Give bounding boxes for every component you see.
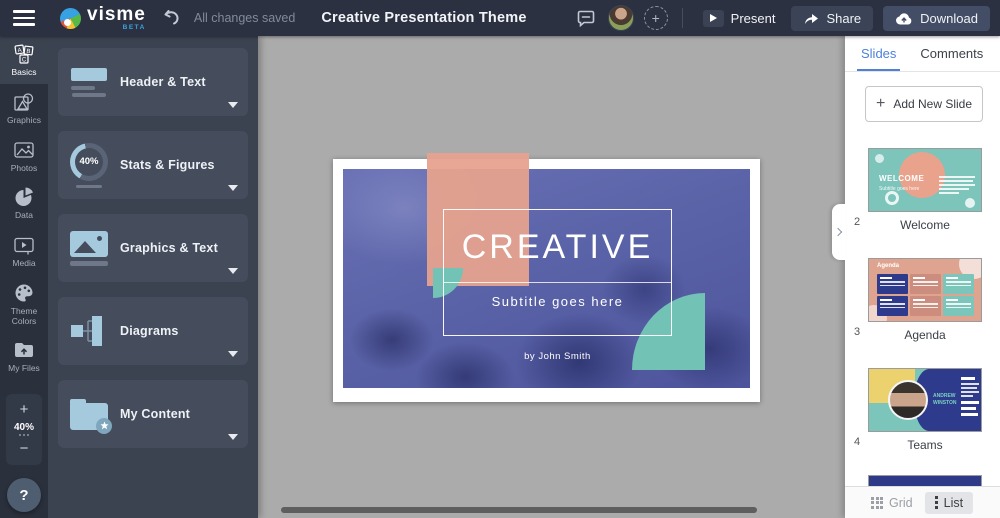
card-header-text[interactable]: Header & Text	[58, 48, 248, 116]
share-button[interactable]: Share	[791, 6, 873, 31]
photos-image-icon	[13, 139, 35, 161]
slide-thumbnail-welcome[interactable]: WELCOME Subtitle goes here	[868, 148, 982, 212]
team-member-photo	[888, 380, 928, 420]
chevron-down-icon[interactable]	[228, 268, 238, 274]
card-my-content[interactable]: My Content	[58, 380, 248, 448]
stats-figures-icon: 40%	[58, 143, 120, 188]
zoom-level[interactable]: 40%	[14, 422, 34, 433]
chevron-down-icon[interactable]	[228, 434, 238, 440]
share-icon	[803, 12, 819, 25]
add-collaborator-button[interactable]: +	[644, 6, 668, 30]
slide-label[interactable]: Teams	[868, 438, 982, 452]
topbar-divider	[682, 8, 683, 28]
user-avatar[interactable]	[608, 5, 634, 31]
slide-number: 4	[854, 436, 860, 448]
sidebar-item-media[interactable]: Media	[0, 227, 48, 275]
top-bar: visme BETA All changes saved Creative Pr…	[0, 0, 1000, 36]
graphics-text-icon	[58, 231, 120, 266]
theme-colors-palette-icon	[13, 282, 35, 304]
zoom-options-dots	[19, 434, 29, 436]
slide-number: 2	[854, 216, 860, 228]
sidebar-item-theme-colors[interactable]: Theme Colors	[0, 275, 48, 333]
slide-number: 3	[854, 326, 860, 338]
comments-icon[interactable]	[574, 6, 598, 30]
view-toggle-bar: Grid List	[845, 486, 1000, 518]
slide-label[interactable]: Agenda	[868, 328, 982, 342]
data-pie-icon	[13, 186, 35, 208]
card-diagrams[interactable]: Diagrams	[58, 297, 248, 365]
editor-canvas[interactable]: CREATIVE Subtitle goes here by John Smit…	[258, 36, 845, 518]
tab-comments[interactable]: Comments	[920, 36, 983, 71]
slide-list-item-agenda: 3 Agenda Agenda	[845, 258, 1000, 358]
slide-background-photo[interactable]: CREATIVE Subtitle goes here by John Smit…	[343, 169, 750, 388]
sidebar-item-graphics[interactable]: Graphics	[0, 84, 48, 132]
download-cloud-icon	[895, 12, 913, 25]
grid-view-button[interactable]: Grid	[871, 496, 913, 510]
media-video-icon	[13, 234, 35, 256]
title-divider-line	[444, 282, 671, 283]
sidebar-item-basics[interactable]: A B C Basics	[0, 36, 48, 84]
chevron-down-icon[interactable]	[228, 351, 238, 357]
download-button[interactable]: Download	[883, 6, 990, 31]
list-view-button[interactable]: List	[925, 492, 973, 514]
my-files-folder-icon	[13, 339, 35, 361]
my-content-folder-icon	[58, 399, 120, 430]
logo-text: visme	[87, 5, 146, 24]
svg-text:A: A	[17, 48, 22, 55]
hamburger-menu-icon[interactable]	[0, 0, 48, 36]
slide-byline-text[interactable]: by John Smith	[443, 351, 672, 362]
zoom-in-button[interactable]: +	[20, 400, 29, 419]
present-button[interactable]: Present	[697, 10, 782, 27]
zoom-out-button[interactable]: −	[20, 439, 29, 458]
zoom-widget: + 40% −	[6, 394, 42, 465]
slide-editing-area[interactable]: CREATIVE Subtitle goes here by John Smit…	[333, 159, 760, 402]
play-icon	[703, 10, 724, 27]
chevron-down-icon[interactable]	[228, 185, 238, 191]
card-graphics-text[interactable]: Graphics & Text	[58, 214, 248, 282]
list-icon	[935, 496, 938, 509]
undo-icon[interactable]	[160, 7, 182, 29]
slide-thumbnail-teams[interactable]: ANDREW WINSTON	[868, 368, 982, 432]
sidebar-item-data[interactable]: Data	[0, 179, 48, 227]
slide-subtitle-text[interactable]: Subtitle goes here	[444, 294, 671, 309]
left-icon-rail: A B C Basics Graphics Photos Data	[0, 36, 48, 518]
sidebar-item-my-files[interactable]: My Files	[0, 332, 48, 380]
chevron-right-icon	[834, 228, 842, 236]
svg-text:B: B	[26, 49, 31, 55]
sidebar-item-photos[interactable]: Photos	[0, 132, 48, 180]
visme-logo[interactable]: visme BETA	[60, 5, 146, 32]
slide-label[interactable]: Welcome	[868, 218, 982, 232]
card-stats-figures[interactable]: 40% Stats & Figures	[58, 131, 248, 199]
panel-tabs: Slides Comments	[845, 36, 1000, 72]
star-badge-icon	[96, 418, 112, 434]
diagrams-icon	[58, 315, 120, 347]
svg-text:C: C	[22, 57, 27, 63]
graphics-shapes-icon	[13, 91, 35, 113]
basics-blocks-icon: A B C	[13, 43, 35, 65]
beta-badge: BETA	[123, 25, 146, 32]
chevron-down-icon[interactable]	[228, 102, 238, 108]
title-outline-box[interactable]: CREATIVE Subtitle goes here	[443, 209, 672, 336]
slide-thumbnail-agenda[interactable]: Agenda	[868, 258, 982, 322]
slides-panel: Slides Comments + Add New Slide 2 WELCOM…	[845, 36, 1000, 518]
grid-icon	[871, 497, 883, 509]
tab-slides[interactable]: Slides	[861, 36, 896, 71]
visme-logo-icon	[60, 8, 81, 29]
add-new-slide-button[interactable]: + Add New Slide	[865, 86, 983, 122]
slide-list-item-welcome: 2 WELCOME Subtitle goes here Welcome	[845, 148, 1000, 248]
plus-icon: +	[876, 96, 885, 112]
document-title[interactable]: Creative Presentation Theme	[321, 10, 526, 26]
content-blocks-panel: Header & Text 40% Stats & Figures Graphi…	[48, 36, 258, 518]
slide-title-text[interactable]: CREATIVE	[444, 228, 671, 267]
slide-list-item-teams: 4 ANDREW WINSTON Teams	[845, 368, 1000, 468]
panel-collapse-handle[interactable]	[832, 204, 846, 260]
help-button[interactable]: ?	[7, 478, 41, 512]
horizontal-scrollbar[interactable]	[281, 507, 757, 513]
autosave-status: All changes saved	[194, 11, 295, 25]
header-text-icon	[58, 68, 120, 97]
